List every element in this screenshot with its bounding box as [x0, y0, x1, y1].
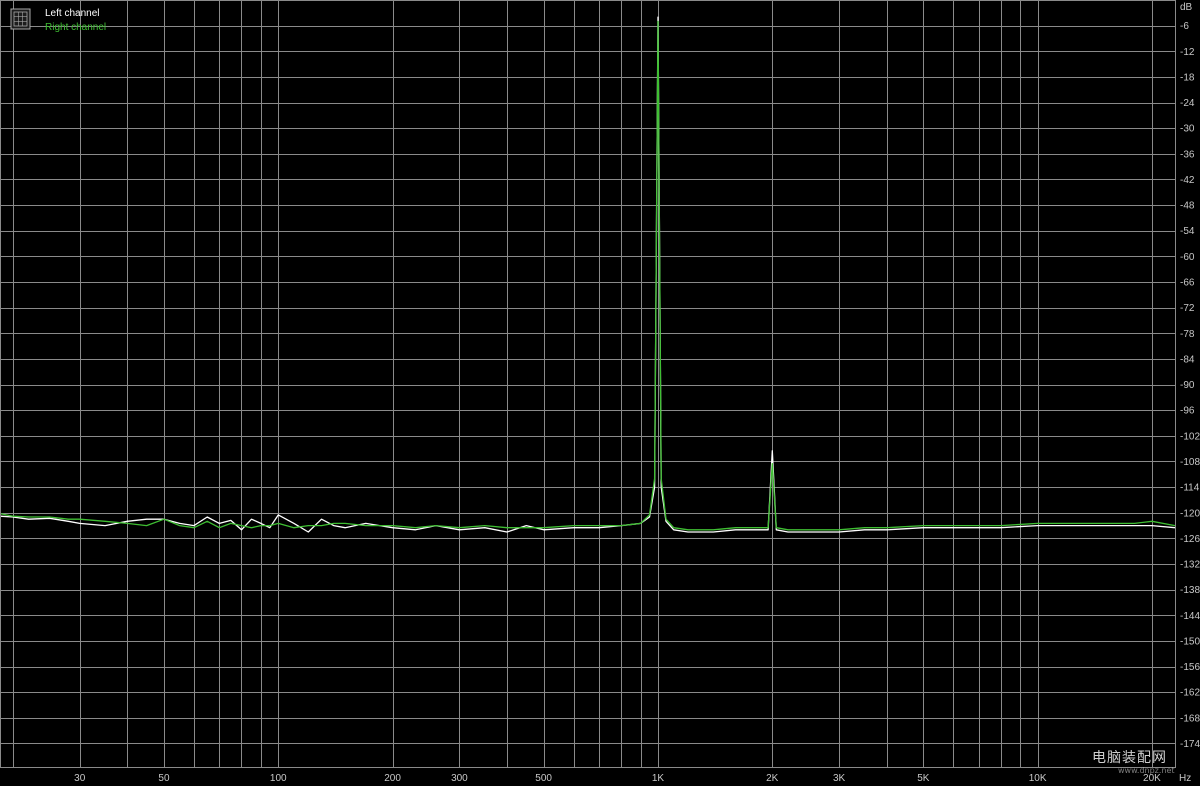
y-tick-label: -174 — [1180, 739, 1200, 750]
y-tick-label: -42 — [1180, 175, 1195, 186]
x-tick-label: 50 — [158, 773, 170, 784]
x-tick-label: 200 — [384, 773, 401, 784]
x-tick-label: 10K — [1029, 773, 1047, 784]
y-tick-label: -126 — [1180, 534, 1200, 545]
x-tick-label: 1K — [652, 773, 665, 784]
y-tick-label: -120 — [1180, 508, 1200, 519]
legend-icon — [10, 8, 31, 30]
y-tick-label: -66 — [1180, 278, 1195, 289]
y-tick-label: -168 — [1180, 713, 1200, 724]
legend-right-channel: Right channel — [45, 22, 106, 33]
x-tick-label: 100 — [270, 773, 287, 784]
y-tick-label: -102 — [1180, 431, 1200, 442]
y-tick-label: -18 — [1180, 72, 1195, 83]
watermark-logo: 电脑装配网 — [1092, 750, 1167, 766]
y-tick-label: -30 — [1180, 124, 1195, 135]
y-tick-label: -144 — [1180, 611, 1200, 622]
y-tick-label: -162 — [1180, 688, 1200, 699]
x-tick-label: 30 — [74, 773, 86, 784]
spectrum-chart: -6 -12 -18 -24 -30 -36 -42 -48 -54 -60 -66 -72 -78 -8… — [0, 0, 1200, 786]
y-tick-label: -24 — [1180, 98, 1195, 109]
watermark-url: www.dnpz.net — [1118, 766, 1175, 775]
x-tick-label: 5K — [917, 773, 930, 784]
y-tick-label: -156 — [1180, 662, 1200, 673]
x-tick-label: 3K — [833, 773, 846, 784]
x-tick-label: 2K — [766, 773, 779, 784]
y-tick-label: -114 — [1180, 483, 1200, 494]
legend-left-channel: Left channel — [45, 8, 100, 19]
y-tick-label: -138 — [1180, 585, 1200, 596]
x-tick-label: 300 — [451, 773, 468, 784]
y-tick-label: -6 — [1180, 21, 1189, 32]
y-unit-label: dB — [1180, 2, 1193, 13]
y-tick-label: -72 — [1180, 303, 1195, 314]
y-tick-label: -108 — [1180, 457, 1200, 468]
y-tick-label: -96 — [1180, 406, 1195, 417]
y-tick-label: -150 — [1180, 636, 1200, 647]
y-tick-label: -78 — [1180, 329, 1195, 340]
y-tick-label: -48 — [1180, 201, 1195, 212]
y-tick-label: -12 — [1180, 47, 1195, 58]
y-tick-label: -54 — [1180, 226, 1195, 237]
x-unit-label: Hz — [1179, 773, 1191, 784]
y-tick-label: -132 — [1180, 560, 1200, 571]
y-tick-label: -90 — [1180, 380, 1195, 391]
y-tick-label: -60 — [1180, 252, 1195, 263]
y-tick-label: -84 — [1180, 354, 1195, 365]
y-tick-label: -36 — [1180, 149, 1195, 160]
x-tick-label: 500 — [535, 773, 552, 784]
